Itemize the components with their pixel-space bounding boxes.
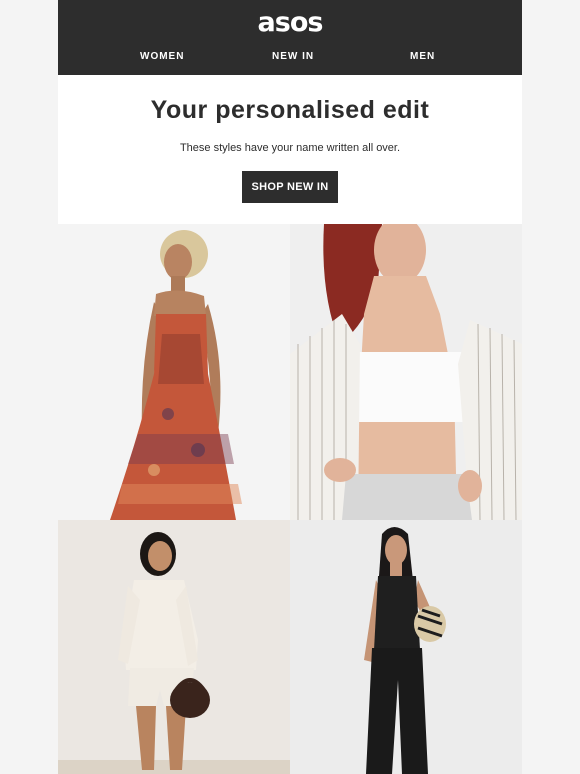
product-image-cardigan-set[interactable]	[58, 520, 290, 774]
asos-logo[interactable]: asos	[58, 9, 522, 36]
email-body: asos WOMEN NEW IN MEN Your personalised …	[58, 0, 522, 774]
shop-new-in-button[interactable]: SHOP NEW IN	[242, 171, 338, 203]
product-grid	[58, 224, 522, 774]
nav-link-women[interactable]: WOMEN	[140, 50, 184, 64]
header-bar: asos WOMEN NEW IN MEN	[58, 0, 522, 75]
product-image-black-set[interactable]	[290, 520, 522, 774]
nav-link-men[interactable]: MEN	[410, 50, 435, 64]
product-image-crop-top[interactable]	[290, 224, 522, 520]
product-image-floral-dress[interactable]	[58, 224, 290, 520]
hero-title: Your personalised edit	[150, 96, 430, 124]
nav-link-new-in[interactable]: NEW IN	[272, 50, 314, 64]
hero-subtitle: These styles have your name written all …	[179, 142, 401, 154]
main-nav: WOMEN NEW IN MEN	[58, 50, 522, 64]
